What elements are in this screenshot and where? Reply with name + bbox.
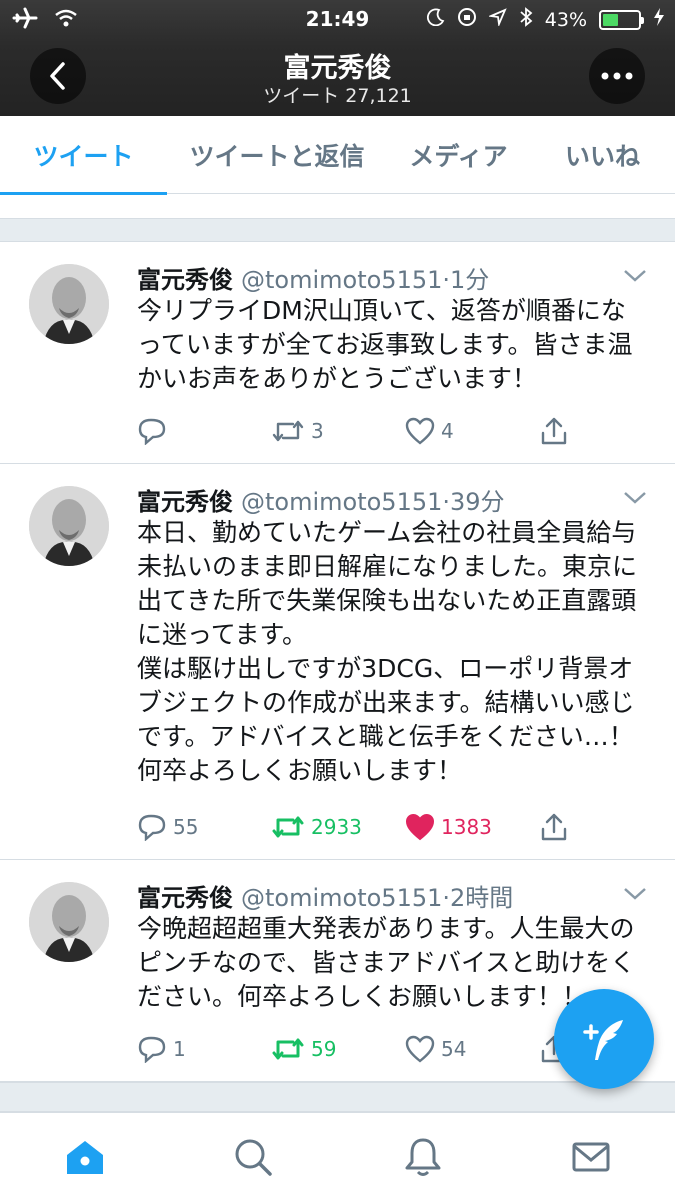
avatar[interactable] <box>29 264 109 344</box>
share-button[interactable] <box>539 809 569 845</box>
like-button[interactable]: 4 <box>405 413 454 449</box>
reply-button[interactable]: 1 <box>137 1031 186 1067</box>
avatar[interactable] <box>29 486 109 566</box>
bluetooth-icon <box>519 7 533 32</box>
home-icon <box>67 1141 103 1174</box>
tweet[interactable]: 富元秀俊 @tomimoto5151·39分 本日、勤めていたゲーム会社の社員全員… <box>0 464 675 860</box>
reply-button[interactable] <box>137 413 173 449</box>
retweet-count: 2933 <box>311 815 362 839</box>
like-count: 54 <box>441 1037 467 1061</box>
share-icon <box>541 813 567 841</box>
rotation-lock-icon <box>457 7 477 32</box>
retweet-icon <box>272 420 304 442</box>
mail-icon <box>572 1142 610 1172</box>
status-bar: 21:49 43% <box>0 0 675 38</box>
reply-count: 55 <box>173 815 199 839</box>
battery-icon <box>599 9 644 30</box>
location-icon <box>487 8 507 31</box>
tweet-time: ·1分 <box>442 266 490 294</box>
author-name[interactable]: 富元秀俊 <box>137 884 233 912</box>
tab-messages[interactable] <box>569 1135 613 1179</box>
moon-icon <box>426 8 445 31</box>
tweet-count: ツイート 27,121 <box>263 85 412 107</box>
bell-icon <box>405 1138 441 1176</box>
like-count: 1383 <box>441 815 492 839</box>
chevron-down-icon[interactable] <box>623 268 647 287</box>
retweet-button[interactable]: 3 <box>271 413 324 449</box>
like-count: 4 <box>441 419 454 443</box>
tab-search[interactable] <box>231 1135 275 1179</box>
tab-tweets[interactable]: ツイート <box>0 116 167 195</box>
tweet-text: 本日、勤めていたゲーム会社の社員全員給与 未払いのまま即日解雇になりました。東京… <box>137 518 638 785</box>
reply-icon <box>138 418 166 445</box>
retweet-icon <box>272 816 304 838</box>
chevron-down-icon[interactable] <box>623 490 647 509</box>
tab-tweets-and-replies[interactable]: ツイートと返信 <box>167 116 387 194</box>
tweet-text: 今晩超超超重大発表があります。人生最大の ピンチなので、皆さまアドバイスと助けを… <box>137 914 636 1011</box>
tab-notifications[interactable] <box>401 1135 445 1179</box>
tweet-time: ·39分 <box>442 488 505 516</box>
tweet-time: ·2時間 <box>442 884 514 912</box>
retweet-icon <box>272 1038 304 1060</box>
timeline-divider <box>0 218 675 242</box>
heart-icon <box>405 417 435 445</box>
author-name[interactable]: 富元秀俊 <box>137 266 233 294</box>
chevron-down-icon[interactable] <box>623 886 647 905</box>
author-handle[interactable]: @tomimoto5151 <box>241 266 442 294</box>
reply-icon <box>138 814 166 841</box>
tweet-text: 今リプライDM沢山頂いて、返答が順番にな っていますが全てお返事致します。皆さま… <box>137 296 633 393</box>
heart-icon <box>405 813 435 841</box>
profile-header: 21:49 43% 富元秀俊 ツイート 27,121 <box>0 0 675 116</box>
like-button[interactable]: 1383 <box>405 809 492 845</box>
compose-tweet-button[interactable] <box>554 989 654 1089</box>
tab-media[interactable]: メディア <box>387 116 530 194</box>
more-button[interactable] <box>589 48 645 104</box>
profile-name: 富元秀俊 <box>283 53 392 84</box>
timeline-divider <box>0 1082 675 1112</box>
share-button[interactable] <box>539 413 569 449</box>
tweet[interactable]: 富元秀俊 @tomimoto5151·1分 今リプライDM沢山頂いて、返答が順番に… <box>0 242 675 464</box>
retweet-count: 59 <box>311 1037 337 1061</box>
share-icon <box>541 417 567 445</box>
battery-percent: 43% <box>544 8 587 31</box>
retweet-button[interactable]: 59 <box>271 1031 336 1067</box>
retweet-count: 3 <box>311 419 324 443</box>
tab-likes[interactable]: いいね <box>530 116 675 194</box>
compose-feather-icon <box>583 1020 623 1060</box>
like-button[interactable]: 54 <box>405 1031 466 1067</box>
more-dots-icon <box>601 72 633 80</box>
author-name[interactable]: 富元秀俊 <box>137 488 233 516</box>
tab-home[interactable] <box>63 1135 107 1179</box>
reply-icon <box>138 1036 166 1063</box>
bottom-tab-bar <box>0 1112 675 1200</box>
reply-count: 1 <box>173 1037 186 1061</box>
retweet-button[interactable]: 2933 <box>271 809 362 845</box>
heart-icon <box>405 1035 435 1063</box>
search-icon <box>235 1139 272 1176</box>
author-handle[interactable]: @tomimoto5151 <box>241 488 442 516</box>
author-handle[interactable]: @tomimoto5151 <box>241 884 442 912</box>
profile-tabs: ツイート ツイートと返信 メディア いいね <box>0 116 675 195</box>
avatar[interactable] <box>29 882 109 962</box>
reply-button[interactable]: 55 <box>137 809 198 845</box>
charging-icon <box>653 7 665 32</box>
